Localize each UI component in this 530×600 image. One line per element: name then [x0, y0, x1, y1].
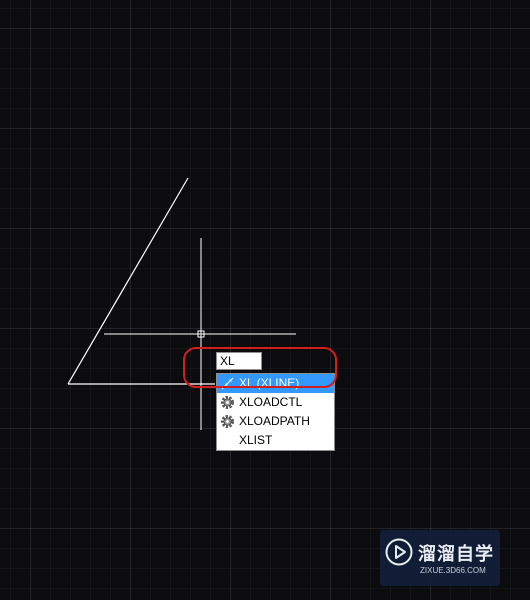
autocomplete-item-xloadctl[interactable]: XLOADCTL: [217, 393, 334, 412]
autocomplete-item-label: XLIST: [239, 433, 273, 447]
gear-icon: [221, 415, 234, 428]
slanted-line: [67, 177, 189, 385]
gear-icon: [221, 396, 234, 409]
watermark-url: ZIXUE.3D66.COM: [420, 566, 486, 575]
autocomplete-item-xloadpath[interactable]: XLOADPATH: [217, 412, 334, 431]
watermark-title: 溜溜自学: [418, 544, 494, 564]
play-logo-icon: [385, 538, 413, 566]
autocomplete-item-label: XLOADPATH: [239, 414, 310, 428]
autocomplete-item-xlist[interactable]: XLIST: [217, 431, 334, 450]
model-space-drawing: [67, 177, 296, 430]
autocomplete-item-label: XLOADCTL: [239, 395, 303, 409]
highlight-annotation: [183, 347, 337, 388]
drawing-canvas[interactable]: XL XL (XLINE) XLOADCTL XLOADPATH XLIST 溜…: [0, 0, 530, 600]
watermark-badge: 溜溜自学 ZIXUE.3D66.COM: [380, 530, 500, 586]
